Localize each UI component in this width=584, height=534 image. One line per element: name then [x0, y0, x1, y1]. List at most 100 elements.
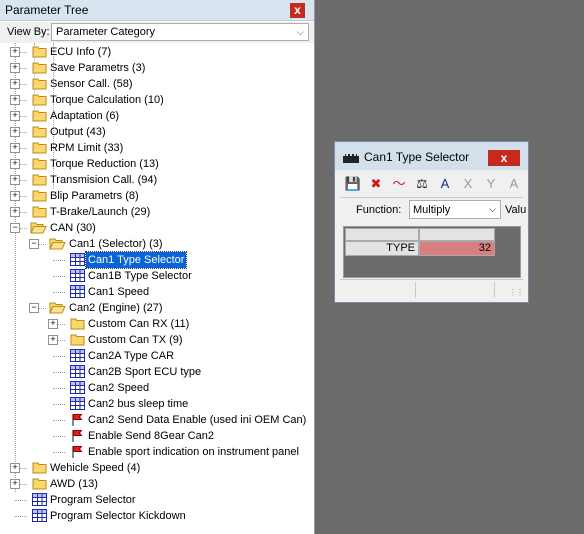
triangle-x-icon[interactable]: X — [459, 175, 477, 193]
expand-icon[interactable]: + — [10, 95, 20, 105]
save-icon[interactable]: 💾 — [344, 175, 362, 193]
window-toolbar: 💾 ✖ 〜 ⚖ A X Y A — [340, 172, 523, 198]
expand-icon[interactable]: + — [10, 479, 20, 489]
tree-item[interactable]: Enable Send 8Gear Can2 — [0, 428, 314, 444]
tree-item-label: Can2 bus sleep time — [88, 398, 189, 410]
expand-icon[interactable]: + — [48, 335, 58, 345]
tree-item[interactable]: + Torque Reduction (13) — [0, 156, 314, 172]
tree-item[interactable]: + Adaptation (6) — [0, 108, 314, 124]
table-row-header[interactable]: TYPE — [345, 241, 419, 256]
tree-item[interactable]: + Custom Can RX (11) — [0, 316, 314, 332]
tree-item-label: Can2A Type CAR — [88, 350, 175, 362]
tree-item[interactable]: Can2 Send Data Enable (used ini OEM Can) — [0, 412, 314, 428]
tree-item[interactable]: + Output (43) — [0, 124, 314, 140]
tree-item-label: Can2 Speed — [88, 382, 150, 394]
folder-icon — [32, 125, 47, 138]
expand-icon[interactable]: + — [10, 175, 20, 185]
folder-open-icon — [49, 301, 66, 314]
chart-icon[interactable]: 〜 — [390, 175, 408, 193]
tree-item[interactable]: Can1 Speed — [0, 284, 314, 300]
tree-item[interactable]: + T-Brake/Launch (29) — [0, 204, 314, 220]
tree-item[interactable]: Enable sport indication on instrument pa… — [0, 444, 314, 460]
table-column-header[interactable] — [419, 228, 495, 241]
status-bar — [340, 279, 523, 300]
folder-icon — [32, 93, 47, 106]
panel-close-button[interactable]: x — [290, 3, 305, 18]
tree-item[interactable]: − CAN (30) — [0, 220, 314, 236]
folder-icon — [32, 141, 47, 154]
tree-item-label: Blip Parametrs (8) — [50, 190, 139, 202]
tree-item[interactable]: Can2 Speed — [0, 380, 314, 396]
view-by-bar: View By: Parameter Category ⌵ — [0, 22, 314, 43]
tree-item[interactable]: + Blip Parametrs (8) — [0, 188, 314, 204]
expand-icon[interactable]: + — [10, 207, 20, 217]
tree-item-label: RPM Limit (33) — [50, 142, 124, 154]
balance-icon[interactable]: ⚖ — [413, 175, 431, 193]
tree-item[interactable]: + Wehicle Speed (4) — [0, 460, 314, 476]
delete-icon[interactable]: ✖ — [367, 175, 385, 193]
folder-icon — [32, 109, 47, 122]
folder-icon — [32, 77, 47, 90]
expand-icon[interactable]: + — [48, 319, 58, 329]
expand-icon[interactable]: + — [10, 463, 20, 473]
tree-item[interactable]: + Torque Calculation (10) — [0, 92, 314, 108]
window-close-button[interactable]: x — [488, 150, 520, 166]
table-icon — [70, 269, 85, 282]
tree-item[interactable]: + Custom Can TX (9) — [0, 332, 314, 348]
tree-item-label: CAN (30) — [50, 222, 96, 234]
y-arrow-icon[interactable]: Y — [482, 175, 500, 193]
expand-icon[interactable]: + — [10, 127, 20, 137]
collapse-icon[interactable]: − — [29, 303, 39, 313]
resize-grip-icon[interactable]: ⋮⋮ — [509, 288, 524, 297]
tree-connector — [53, 260, 65, 261]
view-by-select[interactable]: Parameter Category ⌵ — [51, 23, 309, 41]
tree-item-label: Output (43) — [50, 126, 106, 138]
tree-item[interactable]: + RPM Limit (33) — [0, 140, 314, 156]
collapse-icon[interactable]: − — [10, 223, 20, 233]
tree-item[interactable]: + Sensor Call. (58) — [0, 76, 314, 92]
chevron-down-icon: ⌵ — [297, 27, 304, 37]
tree-connector — [53, 388, 65, 389]
table-icon — [70, 349, 85, 362]
tree-item-label: Wehicle Speed (4) — [50, 462, 141, 474]
tree-item[interactable]: + Save Parametrs (3) — [0, 60, 314, 76]
expand-icon[interactable]: + — [10, 191, 20, 201]
tree-item-label: Transmision Call. (94) — [50, 174, 158, 186]
folder-icon — [70, 333, 85, 346]
window-title-bar[interactable]: Can1 Type Selector x — [335, 142, 528, 170]
expand-icon[interactable]: + — [10, 111, 20, 121]
tree-item[interactable]: Program Selector — [0, 492, 314, 508]
tree-item[interactable]: + AWD (13) — [0, 476, 314, 492]
expand-icon[interactable]: + — [10, 63, 20, 73]
tree-item[interactable]: Program Selector Kickdown — [0, 508, 314, 524]
tree-item-label: Can2 Send Data Enable (used ini OEM Can) — [88, 414, 307, 426]
collapse-icon[interactable]: − — [29, 239, 39, 249]
tree-item-label: Program Selector Kickdown — [50, 510, 186, 522]
table-value-cell[interactable]: 32 — [419, 241, 495, 256]
tree-item[interactable]: − Can2 (Engine) (27) — [0, 300, 314, 316]
tree-item[interactable]: Can1 Type Selector — [0, 251, 314, 269]
tree-item[interactable]: Can2A Type CAR — [0, 348, 314, 364]
table-icon — [70, 365, 85, 378]
value-table: TYPE 32 — [343, 226, 521, 278]
tree-item[interactable]: Can1B Type Selector — [0, 268, 314, 284]
tree-item-label: Enable Send 8Gear Can2 — [88, 430, 214, 442]
tree-item-label: Custom Can RX (11) — [88, 318, 190, 330]
expand-icon[interactable]: + — [10, 47, 20, 57]
tree-item[interactable]: Can2B Sport ECU type — [0, 364, 314, 380]
tree-item[interactable]: + ECU Info (7) — [0, 44, 314, 60]
tree-connector — [53, 276, 65, 277]
expand-icon[interactable]: + — [10, 159, 20, 169]
function-select[interactable]: Multiply ⌵ — [409, 200, 501, 219]
tree-item[interactable]: Can2 bus sleep time — [0, 396, 314, 412]
a-icon[interactable]: A — [505, 175, 523, 193]
tree-item-label: Can1 (Selector) (3) — [69, 238, 163, 250]
expand-icon[interactable]: + — [10, 143, 20, 153]
tree-connector — [53, 420, 65, 421]
tree-item-label: Can2 (Engine) (27) — [69, 302, 163, 314]
tree-item[interactable]: + Transmision Call. (94) — [0, 172, 314, 188]
tree-item[interactable]: − Can1 (Selector) (3) — [0, 236, 314, 252]
expand-icon[interactable]: + — [10, 79, 20, 89]
tree-connector — [53, 404, 65, 405]
triangle-a-icon[interactable]: A — [436, 175, 454, 193]
